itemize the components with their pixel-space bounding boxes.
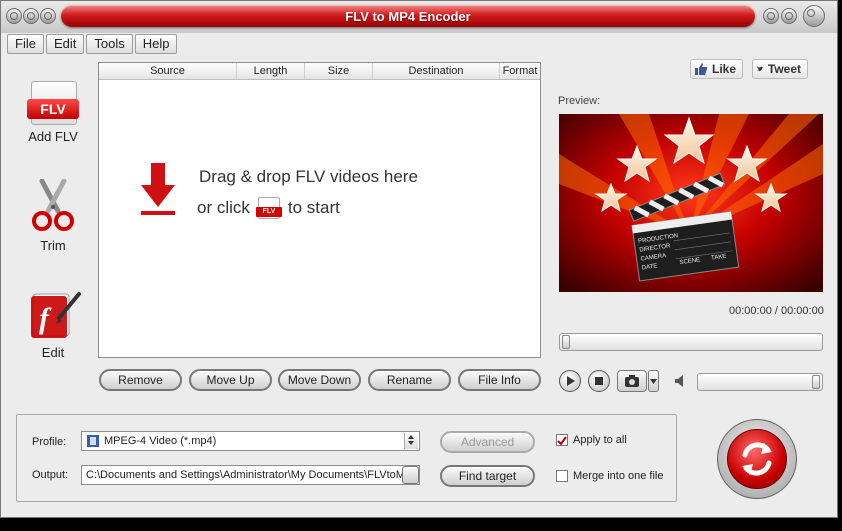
column-destination[interactable]: Destination <box>373 63 500 79</box>
menu-bar: File Edit Tools Help <box>7 34 178 54</box>
drop-start-text: to start <box>287 198 340 217</box>
refresh-icon <box>742 442 772 476</box>
find-target-button[interactable]: Find target <box>440 465 535 487</box>
tweet-label: Tweet <box>767 62 801 76</box>
move-up-button[interactable]: Move Up <box>189 369 272 391</box>
add-flv-label: Add FLV <box>28 129 78 144</box>
apply-to-all-label: Apply to all <box>573 434 627 446</box>
flash-edit-icon: f <box>31 292 81 338</box>
add-flv-inline-icon[interactable]: FLV <box>255 197 282 219</box>
browse-button[interactable] <box>402 466 419 484</box>
convert-button-face <box>727 429 787 489</box>
play-button[interactable] <box>559 370 581 392</box>
volume-slider[interactable] <box>697 373 823 391</box>
profile-label: Profile: <box>32 436 67 448</box>
flv-badge: FLV <box>27 99 79 119</box>
like-button[interactable]: Like <box>690 59 743 79</box>
clapperboard-stars-image: PRODUCTION DIRECTOR CAMERA DATE SCENE TA… <box>559 114 823 292</box>
profile-dropdown-arrow[interactable] <box>404 433 418 449</box>
file-list-header: Source Length Size Destination Format <box>99 63 540 80</box>
column-size[interactable]: Size <box>305 63 373 79</box>
title-pill: FLV to MP4 Encoder <box>61 5 755 27</box>
timecode: 00:00:00 / 00:00:00 <box>729 305 824 317</box>
window-title: FLV to MP4 Encoder <box>345 9 471 24</box>
scissors-icon <box>32 178 74 231</box>
trim-button[interactable]: Trim <box>11 178 95 253</box>
chevron-down-icon <box>650 379 657 384</box>
remove-button[interactable]: Remove <box>99 369 182 391</box>
merge-label: Merge into one file <box>573 470 664 482</box>
preview-screen: PRODUCTION DIRECTOR CAMERA DATE SCENE TA… <box>559 114 823 292</box>
volume-thumb[interactable] <box>812 375 820 389</box>
edit-label: Edit <box>41 345 65 360</box>
snapshot-button[interactable] <box>617 370 647 392</box>
menu-help[interactable]: Help <box>134 34 178 54</box>
speaker-icon[interactable] <box>674 374 688 388</box>
maximize-icon[interactable] <box>781 8 797 24</box>
menu-edit[interactable]: Edit <box>45 34 85 54</box>
seek-slider[interactable] <box>559 333 823 351</box>
preview-label: Preview: <box>558 95 601 107</box>
like-label: Like <box>711 62 736 76</box>
output-settings-panel <box>16 414 677 502</box>
add-flv-button[interactable]: FLV Add FLV <box>11 79 95 144</box>
minimize-icon[interactable] <box>763 8 779 24</box>
convert-button[interactable] <box>717 419 797 499</box>
tweet-button[interactable]: Tweet <box>752 59 808 79</box>
film-icon <box>87 435 99 447</box>
menu-tools[interactable]: Tools <box>86 34 133 54</box>
camera-icon <box>625 375 639 387</box>
advanced-button[interactable]: Advanced <box>440 431 535 453</box>
window-control-icon[interactable] <box>6 8 22 24</box>
drop-hint-click: or click FLV to start <box>197 197 340 219</box>
menu-file[interactable]: File <box>7 34 44 54</box>
drop-or-text: or click <box>197 198 250 217</box>
output-path-field[interactable]: C:\Documents and Settings\Administrator\… <box>81 465 420 485</box>
twitter-bird-icon <box>757 66 764 72</box>
apply-to-all-checkbox[interactable] <box>556 434 568 446</box>
close-icon[interactable] <box>803 5 825 27</box>
column-length[interactable]: Length <box>237 63 305 79</box>
stop-button[interactable] <box>588 370 610 392</box>
rename-button[interactable]: Rename <box>368 369 451 391</box>
column-source[interactable]: Source <box>99 63 237 79</box>
profile-select[interactable]: MPEG-4 Video (*.mp4) <box>81 431 420 451</box>
mini-flv-badge: FLV <box>255 207 282 217</box>
file-info-button[interactable]: File Info <box>458 369 541 391</box>
flv-file-icon: FLV <box>27 79 79 127</box>
thumbs-up-icon <box>695 63 707 75</box>
app-window: FLV to MP4 Encoder File Edit Tools Help … <box>0 0 838 518</box>
edit-button[interactable]: f Edit <box>11 288 95 360</box>
column-format[interactable]: Format <box>500 63 540 79</box>
title-bar[interactable]: FLV to MP4 Encoder <box>1 1 837 33</box>
move-down-button[interactable]: Move Down <box>278 369 361 391</box>
file-list[interactable]: Source Length Size Destination Format Dr… <box>98 62 541 358</box>
output-label: Output: <box>32 469 69 481</box>
stop-icon <box>595 377 603 385</box>
profile-value: MPEG-4 Video (*.mp4) <box>104 435 217 447</box>
play-icon <box>567 376 575 386</box>
drop-hint: Drag & drop FLV videos here <box>199 167 418 186</box>
download-arrow-icon <box>141 163 175 215</box>
snapshot-dropdown[interactable] <box>648 370 659 392</box>
up-down-arrows-icon <box>408 435 414 445</box>
trim-label: Trim <box>40 238 66 253</box>
seek-thumb[interactable] <box>562 335 570 349</box>
checkmark-icon <box>557 436 567 446</box>
window-control-icon[interactable] <box>40 8 56 24</box>
window-control-icon[interactable] <box>23 8 39 24</box>
merge-checkbox[interactable] <box>556 470 568 482</box>
